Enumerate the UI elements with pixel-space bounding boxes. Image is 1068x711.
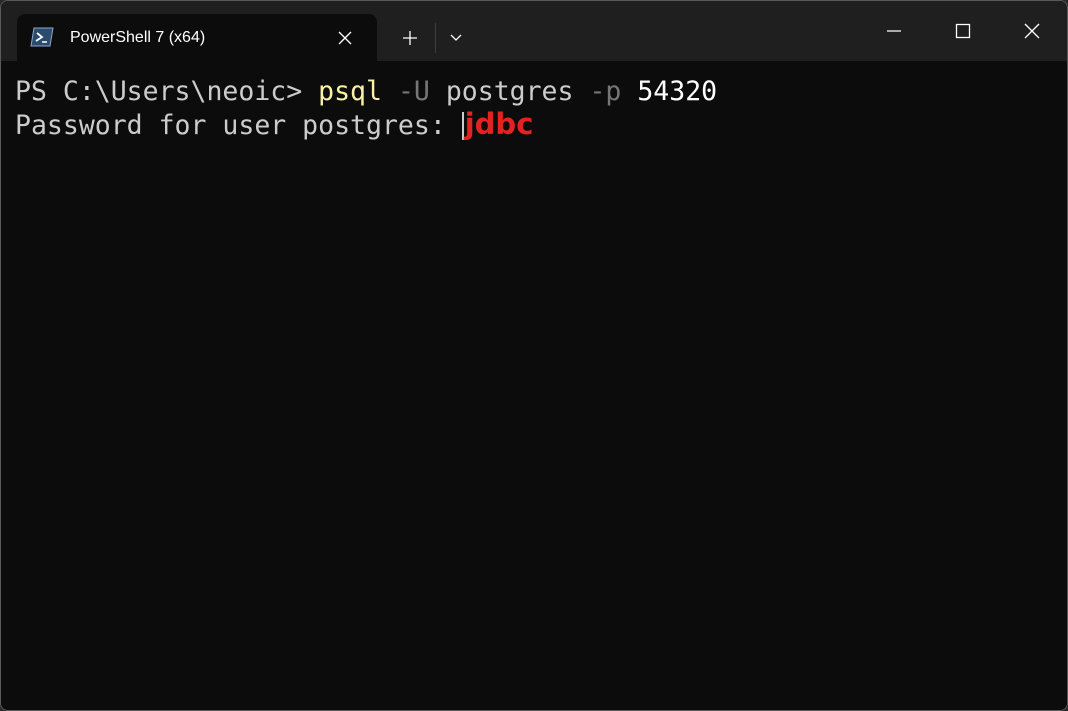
profile-dropdown-button[interactable] xyxy=(441,23,471,53)
tab-divider xyxy=(435,23,436,53)
port-arg: 54320 xyxy=(637,76,718,107)
user-arg: postgres xyxy=(445,76,574,107)
powershell-icon xyxy=(30,27,54,47)
new-tab-button[interactable] xyxy=(393,23,427,53)
close-icon[interactable] xyxy=(332,27,358,49)
prompt: PS C:\Users\neoic> xyxy=(15,76,319,107)
text-cursor xyxy=(461,112,464,140)
password-prompt: Password for user postgres: xyxy=(15,110,462,141)
command-line: PS C:\Users\neoic> psql -U postgres -p 5… xyxy=(15,75,1067,108)
typed-password: jdbc xyxy=(464,107,534,141)
close-icon xyxy=(1024,23,1040,39)
terminal-output[interactable]: PS C:\Users\neoic> psql -U postgres -p 5… xyxy=(1,61,1067,710)
tab-title: PowerShell 7 (x64) xyxy=(70,29,206,46)
port-flag: -p xyxy=(589,76,622,107)
maximize-button[interactable] xyxy=(940,11,986,51)
minimize-button[interactable] xyxy=(871,11,917,51)
terminal-window: PowerShell 7 (x64) PS C:\Users\neoic> ps… xyxy=(0,0,1068,711)
close-window-button[interactable] xyxy=(1009,11,1055,51)
minimize-icon xyxy=(887,30,901,32)
command-name: psql xyxy=(318,76,382,107)
plus-icon xyxy=(403,31,417,45)
password-prompt-line: Password for user postgres: jdbc xyxy=(15,107,1067,142)
title-bar[interactable]: PowerShell 7 (x64) xyxy=(1,1,1067,62)
tab-powershell[interactable]: PowerShell 7 (x64) xyxy=(17,14,377,62)
chevron-down-icon xyxy=(450,34,462,41)
maximize-icon xyxy=(955,23,971,39)
user-flag: -U xyxy=(397,76,430,107)
